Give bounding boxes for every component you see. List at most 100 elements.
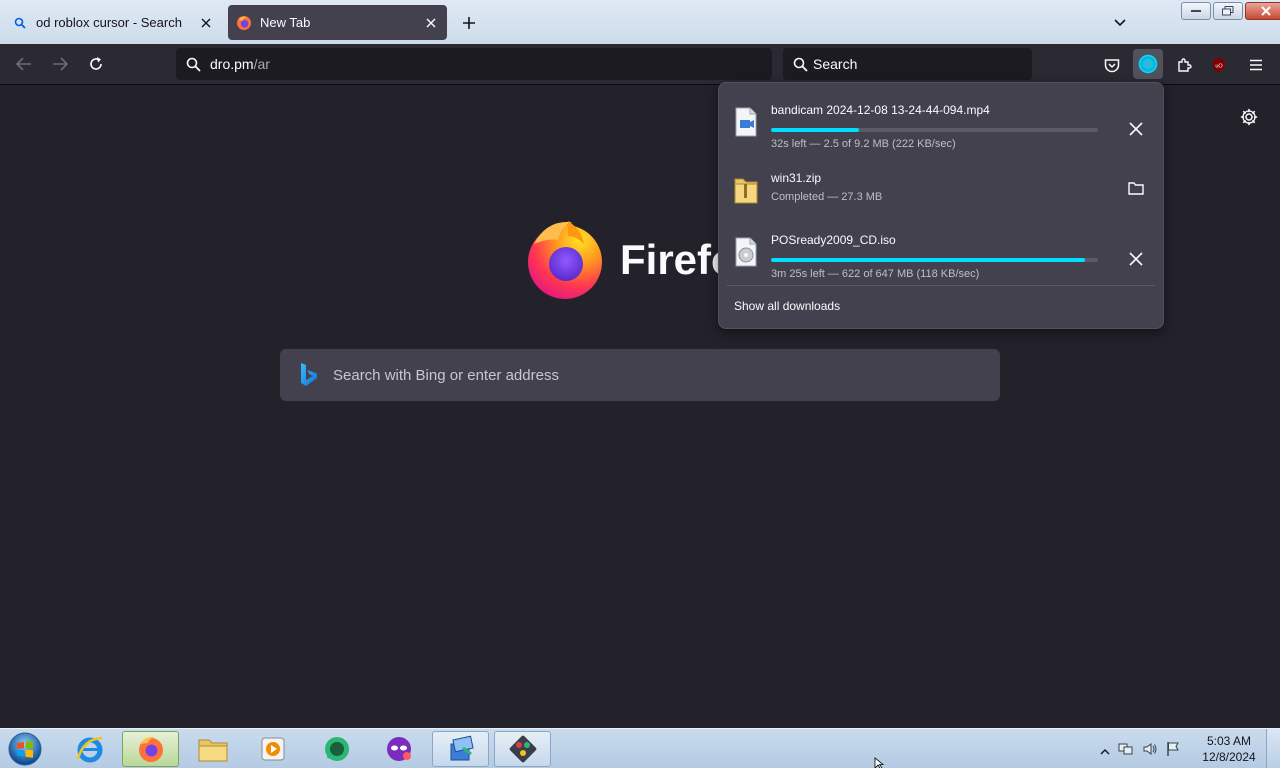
zip-folder-icon: [733, 175, 759, 205]
search-bar[interactable]: Search: [783, 48, 1032, 80]
download-status: 32s left — 2.5 of 9.2 MB (222 KB/sec): [771, 138, 956, 150]
tab-label: New Tab: [260, 15, 311, 30]
close-window-button[interactable]: [1245, 2, 1280, 20]
download-filename: POSready2009_CD.iso: [771, 233, 896, 247]
video-file-icon: [733, 107, 759, 137]
extensions-button[interactable]: [1171, 52, 1197, 78]
bing-icon: [301, 363, 317, 386]
search-icon: [184, 55, 202, 73]
arrow-left-icon: [16, 57, 31, 71]
folder-icon: [1128, 182, 1144, 195]
download-item[interactable]: bandicam 2024-12-08 13-24-44-094.mp4 32s…: [719, 93, 1163, 153]
new-tab-button[interactable]: [458, 12, 480, 34]
download-filename: win31.zip: [771, 171, 822, 185]
restore-button[interactable]: [1213, 2, 1243, 20]
download-item[interactable]: win31.zip Completed — 27.3 MB: [719, 161, 1163, 221]
chevron-down-icon: [1114, 19, 1126, 27]
show-desktop-button[interactable]: [1266, 729, 1280, 768]
mouse-pointer: [874, 756, 886, 768]
start-button[interactable]: [6, 731, 44, 767]
tab-strip: od roblox cursor - Search New Tab: [0, 0, 1280, 44]
close-icon: [1129, 122, 1143, 136]
url-path: /ar: [253, 56, 270, 72]
taskbar-clock[interactable]: 5:03 AM 12/8/2024: [1196, 733, 1262, 765]
download-progress-fill: [771, 258, 1085, 262]
network-tray-button[interactable]: [1118, 741, 1134, 762]
taskbar-chat-app[interactable]: [308, 731, 365, 767]
chat-app-icon: [324, 737, 349, 761]
downloads-button[interactable]: [1133, 49, 1163, 79]
pocket-button[interactable]: [1099, 52, 1125, 78]
clock-time: 5:03 AM: [1206, 734, 1252, 748]
file-explorer-icon: [198, 739, 227, 762]
close-icon: [1129, 252, 1143, 266]
newtab-search-box[interactable]: Search with Bing or enter address: [280, 349, 1000, 401]
installer-icon: [450, 735, 474, 761]
show-in-folder-button[interactable]: [1123, 175, 1149, 201]
disc-image-icon: [733, 237, 759, 267]
download-progress-fill: [771, 128, 860, 132]
forward-button[interactable]: [48, 52, 72, 76]
flag-icon: [1167, 742, 1179, 756]
url-text[interactable]: dro.pm/ar: [210, 56, 270, 72]
search-icon: [12, 15, 28, 31]
tab-label: od roblox cursor - Search: [36, 15, 182, 30]
back-button[interactable]: [12, 52, 36, 76]
firefox-icon: [138, 736, 163, 762]
show-all-downloads-link[interactable]: Show all downloads: [734, 299, 840, 313]
download-progress-bar: [771, 258, 1098, 262]
address-bar[interactable]: dro.pm/ar: [176, 48, 772, 80]
cursor-arrow-icon: [874, 757, 885, 768]
download-progress-icon: [1138, 54, 1158, 74]
download-filename: bandicam 2024-12-08 13-24-44-094.mp4: [771, 103, 990, 117]
volume-icon: [1143, 743, 1157, 755]
action-center-tray-button[interactable]: [1166, 741, 1180, 762]
close-tab-icon[interactable]: [198, 15, 214, 31]
reload-icon: [90, 57, 102, 70]
url-host: dro.pm: [210, 56, 254, 72]
minimize-button[interactable]: [1181, 2, 1211, 20]
taskbar-tools-app[interactable]: [494, 731, 551, 767]
navigation-toolbar: dro.pm/ar Search uO: [0, 44, 1280, 85]
firefox-wordmark: Firefox: [620, 236, 730, 283]
download-status: Completed — 27.3 MB: [771, 191, 883, 203]
hamburger-menu-icon: [1250, 59, 1262, 71]
download-status: 3m 25s left — 622 of 647 MB (118 KB/sec): [771, 268, 980, 280]
download-progress-bar: [771, 128, 1098, 132]
search-placeholder: Search: [813, 56, 858, 72]
close-tab-icon[interactable]: [423, 15, 439, 31]
download-item[interactable]: POSready2009_CD.iso 3m 25s left — 622 of…: [719, 223, 1163, 283]
app-menu-button[interactable]: [1243, 52, 1269, 78]
taskbar-file-explorer[interactable]: [184, 731, 241, 767]
panel-divider: [727, 285, 1155, 286]
internet-explorer-icon: [76, 736, 102, 763]
list-all-tabs-button[interactable]: [1110, 13, 1130, 33]
tab-search[interactable]: od roblox cursor - Search: [4, 5, 222, 40]
cancel-download-button[interactable]: [1123, 116, 1149, 142]
tools-app-icon: [509, 735, 536, 763]
taskbar-mask-app[interactable]: [370, 731, 427, 767]
media-player-icon: [261, 737, 284, 761]
cancel-download-button[interactable]: [1123, 246, 1149, 272]
windows-taskbar: 5:03 AM 12/8/2024: [0, 728, 1280, 768]
volume-tray-button[interactable]: [1142, 741, 1158, 762]
plus-icon: [463, 17, 475, 29]
taskbar-media-player[interactable]: [244, 731, 301, 767]
taskbar-internet-explorer[interactable]: [61, 731, 118, 767]
personalize-newtab-button[interactable]: [1238, 106, 1260, 128]
network-icon: [1118, 743, 1133, 755]
ublock-origin-button[interactable]: uO: [1206, 52, 1232, 78]
show-hidden-icons-button[interactable]: [1100, 743, 1110, 761]
close-icon: [1261, 6, 1271, 16]
search-icon: [791, 55, 809, 73]
clock-date: 12/8/2024: [1202, 750, 1256, 764]
tab-new-tab[interactable]: New Tab: [228, 5, 447, 40]
puzzle-icon: [1178, 58, 1192, 72]
chevron-up-icon: [1100, 748, 1110, 754]
taskbar-firefox[interactable]: [122, 731, 179, 767]
firefox-logo: [524, 218, 606, 300]
taskbar-installer[interactable]: [432, 731, 489, 767]
minimize-icon: [1191, 10, 1201, 12]
arrow-right-icon: [53, 57, 68, 71]
reload-button[interactable]: [84, 52, 108, 76]
